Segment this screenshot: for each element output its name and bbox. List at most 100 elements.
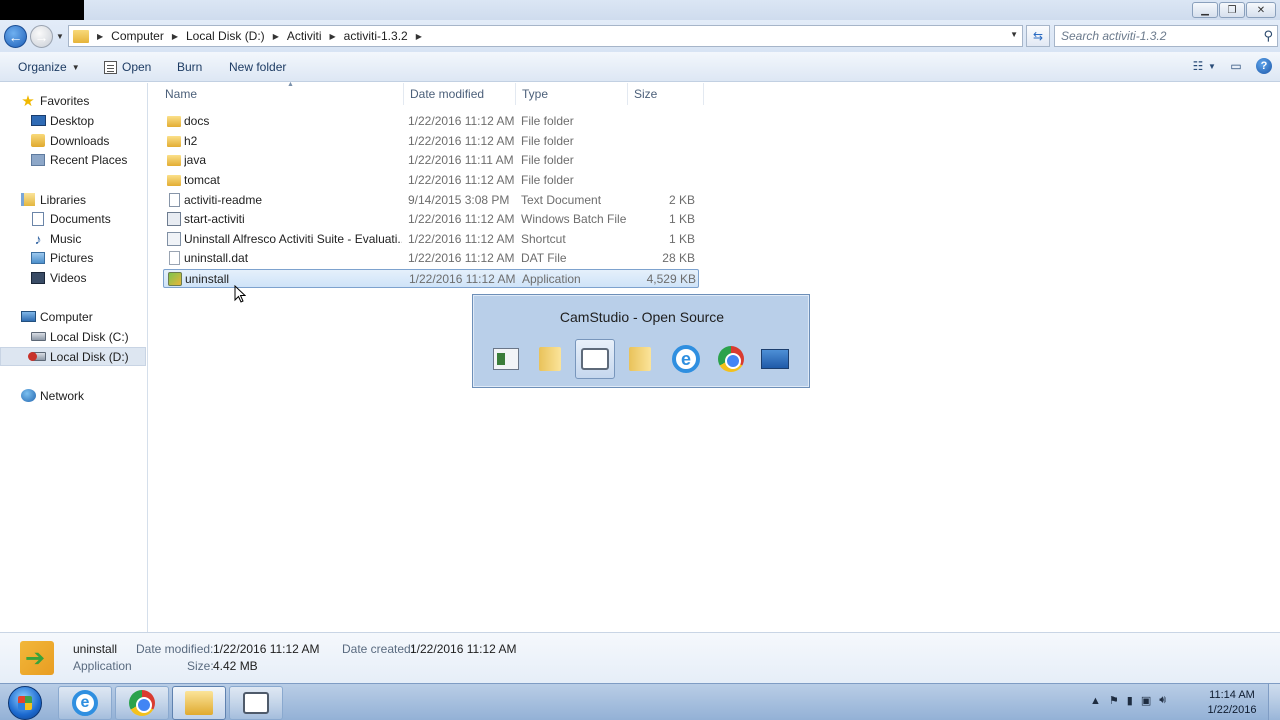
chevron-down-icon: ▼: [1010, 30, 1018, 39]
nav-favorites[interactable]: ★ Favorites: [0, 91, 146, 110]
details-size-label: Size:: [187, 659, 214, 673]
details-size: 4.42 MB: [213, 659, 258, 673]
nav-local-disk-c[interactable]: Local Disk (C:): [0, 327, 146, 346]
address-history-dropdown[interactable]: ▼: [1010, 30, 1018, 39]
open-icon: [104, 60, 117, 74]
system-tray: ▲ ⚑ ▮ ▣ 🔊︎: [1090, 694, 1166, 707]
column-header-type[interactable]: Type: [516, 83, 628, 105]
windows-logo-icon: [18, 696, 32, 710]
forward-button[interactable]: →: [30, 25, 53, 48]
nav-music[interactable]: ♪ Music: [0, 229, 146, 248]
alt-tab-item-camstudio[interactable]: [575, 339, 615, 379]
nav-desktop[interactable]: Desktop: [0, 111, 146, 130]
taskbar-camstudio[interactable]: [229, 686, 283, 720]
nav-computer[interactable]: Computer: [0, 307, 146, 326]
close-button[interactable]: ✕: [1246, 2, 1276, 18]
batch-file-icon: [167, 212, 181, 226]
nav-libraries[interactable]: Libraries: [0, 190, 146, 209]
nav-recent-places[interactable]: Recent Places: [0, 150, 146, 169]
folder-icon: [73, 29, 89, 43]
application-icon: [20, 641, 54, 675]
column-header-date[interactable]: Date modified: [404, 83, 516, 105]
view-controls: ☷ ▼ ▭ ?: [1190, 58, 1272, 74]
help-button[interactable]: ?: [1256, 58, 1272, 74]
desktop-icon: [761, 349, 789, 369]
internet-explorer-icon: e: [672, 345, 700, 373]
volume-icon[interactable]: 🔊︎: [1159, 694, 1166, 707]
file-row-docs[interactable]: docs 1/22/2016 11:12 AM File folder: [163, 112, 699, 131]
file-row-h2[interactable]: h2 1/22/2016 11:12 AM File folder: [163, 132, 699, 151]
desktop-icon: [30, 115, 46, 126]
file-row-start-activiti[interactable]: start-activiti 1/22/2016 11:12 AM Window…: [163, 210, 699, 229]
show-hidden-icons-icon[interactable]: ▲: [1090, 695, 1101, 707]
nav-downloads[interactable]: Downloads: [0, 131, 146, 150]
taskbar-explorer[interactable]: [172, 686, 226, 720]
refresh-button[interactable]: ⇆: [1026, 25, 1050, 47]
network-status-icon[interactable]: ▣: [1141, 694, 1151, 707]
internet-explorer-icon: e: [72, 690, 98, 716]
alt-tab-item-folder[interactable]: [530, 339, 570, 379]
file-row-activiti-readme[interactable]: activiti-readme 9/14/2015 3:08 PM Text D…: [163, 191, 699, 210]
battery-icon[interactable]: ▮: [1127, 694, 1133, 707]
burn-button[interactable]: Burn: [177, 60, 202, 74]
alt-tab-item-desktop[interactable]: [755, 339, 795, 379]
chevron-right-icon[interactable]: ▶: [416, 32, 422, 41]
taskbar-ie[interactable]: e: [58, 686, 112, 720]
nav-network[interactable]: Network: [0, 386, 146, 405]
column-header-size[interactable]: Size: [628, 83, 704, 105]
breadcrumb-computer[interactable]: Computer ▶: [111, 29, 178, 43]
file-row-uninstall-dat[interactable]: uninstall.dat 1/22/2016 11:12 AM DAT Fil…: [163, 249, 699, 268]
search-icon[interactable]: ⚲: [1263, 28, 1273, 44]
alt-tab-item-ie[interactable]: e: [666, 339, 706, 379]
back-button[interactable]: ←: [4, 25, 27, 48]
nav-local-disk-d[interactable]: Local Disk (D:): [0, 347, 146, 366]
view-options-dropdown[interactable]: ▼: [1208, 58, 1216, 74]
clock[interactable]: 11:14 AM 1/22/2016: [1200, 688, 1264, 718]
details-date-modified-label: Date modified:: [136, 642, 214, 656]
preview-pane-icon: ▭: [1230, 59, 1242, 73]
chevron-right-icon[interactable]: ▶: [172, 32, 178, 41]
chevron-down-icon: ▼: [1208, 61, 1216, 71]
alt-tab-item-folder-2[interactable]: [620, 339, 660, 379]
maximize-button[interactable]: ❐: [1219, 2, 1245, 18]
recent-places-icon: [31, 153, 45, 166]
minimize-icon: ▁: [1201, 4, 1209, 16]
change-view-button[interactable]: ☷: [1190, 58, 1206, 74]
maximize-icon: ❐: [1227, 4, 1237, 16]
column-header-name[interactable]: Name ▲: [159, 81, 404, 105]
breadcrumb-activiti-1-3-2[interactable]: activiti-1.3.2 ▶: [344, 29, 422, 43]
file-row-java[interactable]: java 1/22/2016 11:11 AM File folder: [163, 151, 699, 170]
chevron-right-icon[interactable]: ▶: [330, 32, 336, 41]
star-icon: ★: [21, 92, 35, 110]
start-button[interactable]: [8, 686, 42, 720]
nav-documents[interactable]: Documents: [0, 209, 146, 228]
file-row-tomcat[interactable]: tomcat 1/22/2016 11:12 AM File folder: [163, 171, 699, 190]
open-button[interactable]: Open: [104, 60, 151, 74]
minimize-button[interactable]: ▁: [1192, 2, 1218, 18]
preview-pane-button[interactable]: ▭: [1228, 58, 1244, 74]
nav-pictures[interactable]: Pictures: [0, 248, 146, 267]
breadcrumb-separator[interactable]: ▶: [97, 32, 103, 41]
file-row-uninstall-shortcut[interactable]: Uninstall Alfresco Activiti Suite - Eval…: [163, 230, 699, 249]
folder-icon: [167, 116, 181, 127]
folder-icon: [539, 347, 561, 371]
alt-tab-item-window[interactable]: [486, 339, 526, 379]
address-bar[interactable]: ▶ Computer ▶ Local Disk (D:) ▶ Activiti ▶ a…: [68, 25, 1023, 47]
chevron-down-icon: ▼: [71, 62, 80, 72]
recent-pages-dropdown[interactable]: ▼: [56, 32, 64, 41]
navigation-pane: ★ Favorites Desktop Downloads Recent Plac…: [0, 83, 148, 632]
action-center-flag-icon[interactable]: ⚑: [1109, 694, 1119, 707]
breadcrumb-local-disk-d[interactable]: Local Disk (D:) ▶: [186, 29, 279, 43]
redacted-title-area: [0, 0, 84, 20]
nav-videos[interactable]: Videos: [0, 268, 146, 287]
folder-icon: [167, 136, 181, 147]
taskbar-chrome[interactable]: [115, 686, 169, 720]
chrome-icon: [718, 346, 744, 372]
search-input[interactable]: Search activiti-1.3.2 ⚲: [1054, 25, 1278, 47]
organize-button[interactable]: Organize ▼: [18, 60, 80, 74]
breadcrumb-activiti[interactable]: Activiti ▶: [287, 29, 336, 43]
show-desktop-button[interactable]: [1268, 684, 1280, 720]
new-folder-button[interactable]: New folder: [229, 60, 286, 74]
chevron-right-icon[interactable]: ▶: [273, 32, 279, 41]
alt-tab-item-chrome[interactable]: [711, 339, 751, 379]
